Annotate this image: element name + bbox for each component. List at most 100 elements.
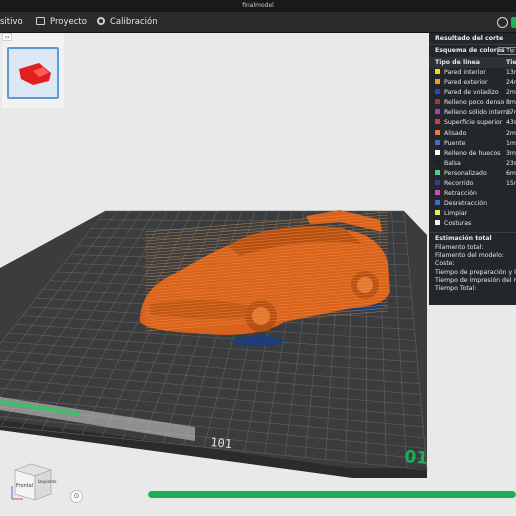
collapse-toggle[interactable]: ‹› [2,33,12,41]
calibration-icon [97,17,105,25]
line-type-row[interactable]: Personalizado 6m [429,169,516,179]
line-type-time: 23s [506,159,516,167]
line-type-label: Puente [444,139,466,147]
menu-project-label: Proyecto [50,17,87,27]
line-type-time: 43s [506,119,516,127]
color-swatch [435,149,440,155]
line-type-row[interactable]: Relleno poco denso 8m [429,98,516,108]
color-swatch [435,99,440,105]
estimate-row: Filamento del modelo: [435,251,504,259]
line-type-time: 2m [506,129,516,137]
line-type-label: Desretracción [444,200,488,208]
color-swatch [435,109,440,115]
line-type-row[interactable]: Pared exterior 24m [429,78,516,88]
line-type-time: 24m [506,79,516,87]
slice-result-panel: Resultado del corte Esquema de colores ⌄… [429,33,516,305]
window-title: finalmodel [0,0,516,12]
color-swatch [435,190,440,196]
line-type-time: 6m [506,169,516,177]
plate-thumbnail[interactable] [7,47,59,99]
col-time: Tien [506,59,516,66]
line-type-time: 15m [506,180,516,188]
color-swatch [435,159,440,165]
estimate-row: Tiempo Total: [435,285,477,293]
line-type-label: Relleno de huecos [444,149,501,157]
chevron-down-icon: ⌄ [500,48,505,54]
line-type-row[interactable]: Superficie superior 43s [429,118,516,128]
line-type-label: Relleno poco denso [444,99,505,107]
line-type-label: Recorrido [444,180,474,188]
line-type-label: Alisado [444,129,467,137]
line-type-header: Tipo de línea Tien [429,57,516,68]
shadow-front-wheel [232,336,284,346]
line-type-row[interactable]: Relleno sólido interno17m [429,108,516,118]
color-swatch [435,69,440,74]
color-scheme-label: Esquema de colores [435,47,505,54]
line-type-row[interactable]: Balsa 23s [429,159,516,169]
menubar: sitivo Proyecto Calibración [0,12,516,33]
line-type-label: Pared de voladizo [444,89,499,97]
color-swatch [435,180,440,186]
line-type-label: Pared interior [444,69,486,76]
line-type-row[interactable]: Limpiar [429,209,516,219]
color-swatch [435,129,440,135]
line-type-time: 13m [506,69,516,76]
view-cube-front: Frontal [16,483,34,489]
col-line-type: Tipo de línea [435,59,480,66]
color-swatch [435,220,440,226]
estimate-row: Tiempo de preparación y lap [435,268,516,276]
line-type-row[interactable]: Retracción [429,189,516,199]
line-type-time: 2m [506,89,516,97]
menu-project[interactable]: Proyecto [36,12,87,33]
line-type-row[interactable]: Pared interior 13m [429,68,516,78]
color-swatch [435,169,440,175]
bed-number-label: 101 [210,435,233,451]
zoom-to-fit-icon[interactable]: ⊙ [70,490,83,503]
line-type-label: Personalizado [444,169,487,177]
line-type-label: Limpiar [444,210,468,218]
view-cube[interactable]: Frontal Izquierdo [11,462,57,502]
estimate-title: Estimación total [429,231,516,244]
line-type-row[interactable]: Recorrido 15m [429,179,516,189]
plate-number: 01 [404,447,429,469]
project-icon [36,17,45,25]
color-swatch [435,79,440,85]
line-type-row[interactable]: Pared de voladizo 2m [429,88,516,98]
color-swatch [435,139,440,145]
estimate-list: Filamento total: Filamento del modelo: Cos… [429,244,516,294]
slice-button[interactable] [511,17,516,28]
color-swatch [435,119,440,125]
line-type-row[interactable]: Desretracción [429,199,516,209]
line-type-label: Relleno sólido interno [444,109,511,117]
settings-icon[interactable] [497,17,508,28]
estimate-row: Coste: [435,260,455,268]
line-type-row[interactable]: Costuras [429,219,516,229]
line-type-time: 1m [506,139,516,147]
slice-result-title: Resultado del corte [429,33,516,45]
car-thumbnail-icon [19,63,51,85]
color-swatch [435,210,440,216]
line-type-label: Superficie superior [444,119,503,127]
line-type-time: 8m [506,99,516,107]
slicing-progress-bar [148,491,516,498]
menu-calibration-label: Calibración [110,17,158,27]
line-type-list: Pared interior13mPared exterior24mPared … [429,68,516,230]
color-swatch [435,89,440,95]
color-scheme-select[interactable]: ⌄ Tip [497,47,516,55]
estimate-row: Filamento total: [435,243,484,251]
line-type-time: 17m [506,109,516,117]
menu-calibration[interactable]: Calibración [97,12,158,33]
line-type-time: 3m [506,149,516,157]
line-type-row[interactable]: Alisado 2m [429,129,516,139]
color-scheme-value: Tip [506,48,515,54]
color-swatch [435,200,440,206]
view-cube-side: Izquierdo [38,479,57,484]
line-type-label: Costuras [444,220,472,228]
line-type-label: Balsa [444,159,461,167]
line-type-label: Retracción [444,190,477,198]
line-type-label: Pared exterior [444,79,488,87]
color-scheme-row: Esquema de colores ⌄ Tip [429,45,516,57]
line-type-row[interactable]: Puente 1m [429,139,516,149]
menu-device[interactable]: sitivo [0,12,23,33]
line-type-row[interactable]: Relleno de huecos 3m [429,149,516,159]
